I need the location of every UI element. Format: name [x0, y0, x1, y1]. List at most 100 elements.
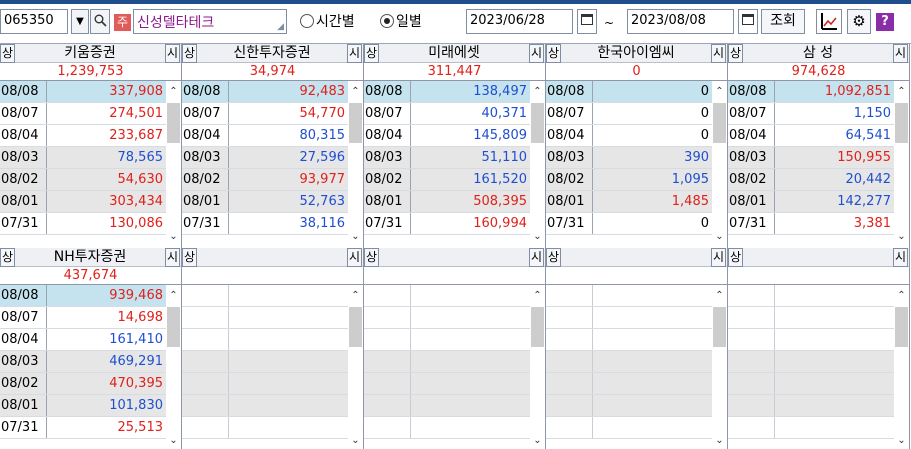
table-row[interactable] [364, 395, 530, 417]
sort-down-toggle[interactable]: 시 [893, 248, 908, 267]
table-row[interactable] [546, 395, 712, 417]
table-row[interactable]: 08/01 1,485 [546, 191, 712, 213]
table-row[interactable]: 07/31 160,994 [364, 213, 530, 235]
table-row[interactable] [364, 351, 530, 373]
table-row[interactable]: 08/04 64,541 [728, 125, 894, 147]
scroll-thumb[interactable] [531, 307, 544, 347]
sort-down-toggle[interactable]: 시 [893, 44, 908, 63]
scroll-down-icon[interactable]: ⌄ [894, 226, 909, 248]
table-row[interactable]: 08/08 138,497 [364, 81, 530, 103]
sort-up-toggle[interactable]: 상 [364, 248, 379, 267]
scroll-up-icon[interactable]: ⌃ [348, 81, 363, 103]
scroll-up-icon[interactable]: ⌃ [894, 285, 909, 307]
table-row[interactable]: 08/02 20,442 [728, 169, 894, 191]
table-row[interactable]: 08/04 0 [546, 125, 712, 147]
scroll-thumb[interactable] [167, 103, 180, 143]
scroll-thumb[interactable] [895, 307, 908, 347]
table-row[interactable]: 08/01 52,763 [182, 191, 348, 213]
scroll-up-icon[interactable]: ⌃ [530, 285, 545, 307]
scroll-up-icon[interactable]: ⌃ [348, 285, 363, 307]
table-row[interactable] [182, 395, 348, 417]
table-row[interactable] [546, 351, 712, 373]
table-row[interactable] [546, 373, 712, 395]
help-button[interactable]: ? [876, 13, 894, 31]
table-row[interactable]: 08/07 274,501 [0, 103, 166, 125]
table-row[interactable] [728, 417, 894, 439]
table-row[interactable]: 08/08 0 [546, 81, 712, 103]
broker-name[interactable] [198, 248, 346, 267]
table-row[interactable]: 08/01 303,434 [0, 191, 166, 213]
sort-down-toggle[interactable]: 시 [711, 44, 726, 63]
table-row[interactable] [182, 373, 348, 395]
end-date-calendar-button[interactable] [738, 9, 758, 34]
table-row[interactable]: 08/08 939,468 [0, 285, 166, 307]
table-row[interactable]: 08/03 51,110 [364, 147, 530, 169]
sort-down-toggle[interactable]: 시 [711, 248, 726, 267]
table-row[interactable] [364, 307, 530, 329]
scroll-down-icon[interactable]: ⌄ [712, 226, 727, 248]
scroll-up-icon[interactable]: ⌃ [166, 81, 181, 103]
settings-button[interactable]: ⚙ [847, 9, 871, 34]
table-row[interactable]: 08/02 93,977 [182, 169, 348, 191]
table-row[interactable]: 08/07 54,770 [182, 103, 348, 125]
table-row[interactable]: 08/08 1,092,851 [728, 81, 894, 103]
table-row[interactable] [364, 329, 530, 351]
table-row[interactable] [546, 307, 712, 329]
scroll-up-icon[interactable]: ⌃ [712, 285, 727, 307]
table-row[interactable] [182, 351, 348, 373]
vertical-scrollbar[interactable]: ⌃ ⌄ [166, 81, 181, 248]
vertical-scrollbar[interactable]: ⌃ ⌄ [348, 81, 363, 248]
table-row[interactable] [364, 373, 530, 395]
vertical-scrollbar[interactable]: ⌃ ⌄ [712, 285, 727, 449]
table-row[interactable] [182, 285, 348, 307]
scroll-down-icon[interactable]: ⌄ [894, 430, 909, 449]
table-row[interactable]: 08/03 150,955 [728, 147, 894, 169]
start-date-calendar-button[interactable] [577, 9, 597, 34]
sort-down-toggle[interactable]: 시 [347, 248, 362, 267]
table-row[interactable]: 08/03 469,291 [0, 351, 166, 373]
scroll-down-icon[interactable]: ⌄ [166, 226, 181, 248]
vertical-scrollbar[interactable]: ⌃ ⌄ [530, 81, 545, 248]
radio-time-mode[interactable]: 시간별 [300, 13, 355, 31]
scroll-down-icon[interactable]: ⌄ [712, 430, 727, 449]
sort-down-toggle[interactable]: 시 [529, 248, 544, 267]
table-row[interactable]: 08/07 1,150 [728, 103, 894, 125]
code-dropdown-button[interactable]: ▼ [71, 9, 89, 34]
broker-name[interactable]: NH투자증권 [16, 248, 164, 267]
table-row[interactable]: 07/31 38,116 [182, 213, 348, 235]
table-row[interactable] [364, 285, 530, 307]
table-row[interactable]: 08/07 40,371 [364, 103, 530, 125]
table-row[interactable]: 08/04 161,410 [0, 329, 166, 351]
vertical-scrollbar[interactable]: ⌃ ⌄ [348, 285, 363, 449]
broker-name[interactable]: 키움증권 [16, 44, 164, 63]
scroll-down-icon[interactable]: ⌄ [530, 226, 545, 248]
table-row[interactable] [728, 329, 894, 351]
scroll-thumb[interactable] [713, 307, 726, 347]
sort-up-toggle[interactable]: 상 [546, 248, 561, 267]
scroll-thumb[interactable] [349, 103, 362, 143]
scroll-down-icon[interactable]: ⌄ [348, 226, 363, 248]
scroll-thumb[interactable] [531, 103, 544, 143]
table-row[interactable]: 08/07 0 [546, 103, 712, 125]
table-row[interactable] [728, 285, 894, 307]
table-row[interactable]: 08/03 390 [546, 147, 712, 169]
vertical-scrollbar[interactable]: ⌃ ⌄ [894, 81, 909, 248]
table-row[interactable]: 07/31 130,086 [0, 213, 166, 235]
scroll-down-icon[interactable]: ⌄ [530, 430, 545, 449]
sort-down-toggle[interactable]: 시 [347, 44, 362, 63]
stock-code-input[interactable]: 065350 [0, 9, 68, 34]
sort-up-toggle[interactable]: 상 [546, 44, 561, 63]
scroll-thumb[interactable] [895, 103, 908, 143]
query-button[interactable]: 조회 [761, 9, 805, 34]
vertical-scrollbar[interactable]: ⌃ ⌄ [530, 285, 545, 449]
stock-search-button[interactable] [90, 9, 110, 34]
table-row[interactable]: 08/04 233,687 [0, 125, 166, 147]
sort-up-toggle[interactable]: 상 [728, 248, 743, 267]
broker-name[interactable]: 신한투자증권 [198, 44, 346, 63]
table-row[interactable]: 08/03 27,596 [182, 147, 348, 169]
broker-name[interactable]: 삼 성 [744, 44, 892, 63]
scroll-up-icon[interactable]: ⌃ [894, 81, 909, 103]
table-row[interactable] [182, 417, 348, 439]
table-row[interactable]: 08/02 54,630 [0, 169, 166, 191]
table-row[interactable]: 08/01 101,830 [0, 395, 166, 417]
